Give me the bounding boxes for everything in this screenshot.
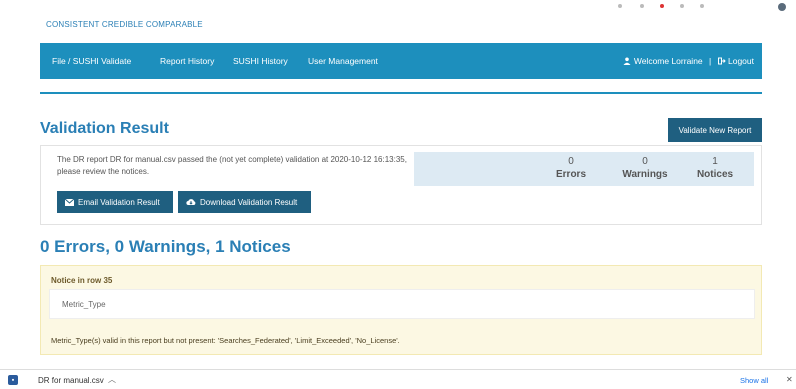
download-validation-result-button[interactable]: Download Validation Result <box>178 191 311 213</box>
logout-link[interactable]: Logout <box>728 56 754 66</box>
notice-panel: Notice in row 35 Metric_Type Metric_Type… <box>40 265 762 355</box>
toolbar-dot-icon <box>618 4 622 8</box>
section-divider <box>40 92 762 94</box>
notice-field-name: Metric_Type <box>62 300 106 309</box>
page-title: Validation Result <box>40 120 169 137</box>
show-all-link[interactable]: Show all <box>740 376 768 385</box>
close-icon[interactable]: ✕ <box>786 375 793 384</box>
email-validation-result-button[interactable]: Email Validation Result <box>57 191 173 213</box>
toolbar-dot-icon <box>680 4 684 8</box>
main-navbar: File / SUSHI Validate Report History SUS… <box>40 43 762 79</box>
toolbar-dot-icon <box>640 4 644 8</box>
email-button-label: Email Validation Result <box>78 197 160 207</box>
warnings-count-label: Warnings <box>622 169 668 180</box>
logout-icon <box>717 57 726 65</box>
errors-count: 0 Errors <box>536 156 606 182</box>
download-button-label: Download Validation Result <box>200 197 298 207</box>
results-summary-heading: 0 Errors, 0 Warnings, 1 Notices <box>40 237 291 256</box>
errors-count-value: 0 <box>568 156 574 167</box>
cloud-download-icon <box>186 199 196 206</box>
csv-file-icon: ▪ <box>8 375 18 385</box>
warnings-count: 0 Warnings <box>610 156 680 182</box>
envelope-icon <box>65 198 74 206</box>
downloaded-file-name[interactable]: DR for manual.csv <box>38 376 104 385</box>
notice-message: Metric_Type(s) valid in this report but … <box>51 336 400 345</box>
errors-count-label: Errors <box>555 169 586 180</box>
user-icon <box>623 57 631 65</box>
nav-sushi-history[interactable]: SUSHI History <box>233 56 288 66</box>
toolbar-dot-icon <box>700 4 704 8</box>
validation-result-panel: The DR report DR for manual.csv passed t… <box>40 145 762 225</box>
nav-file-sushi-validate[interactable]: File / SUSHI Validate <box>52 56 131 66</box>
notices-count-value: 1 <box>712 156 718 167</box>
notice-title: Notice in row 35 <box>51 276 113 285</box>
result-counts: 0 Errors 0 Warnings 1 Notices <box>414 152 754 186</box>
validation-message: The DR report DR for manual.csv passed t… <box>57 155 407 176</box>
notices-count: 1 Notices <box>680 156 750 182</box>
notice-field-box: Metric_Type <box>49 289 755 319</box>
warnings-count-value: 0 <box>642 156 648 167</box>
user-menu: Welcome Lorraine | Logout <box>623 56 754 66</box>
nav-user-management[interactable]: User Management <box>308 56 378 66</box>
browser-top-strip <box>0 0 796 14</box>
notices-count-label: Notices <box>696 169 734 180</box>
profile-avatar-icon[interactable] <box>778 3 786 11</box>
notification-dot-icon <box>660 4 664 8</box>
nav-report-history[interactable]: Report History <box>160 56 214 66</box>
browser-download-bar: ▪ DR for manual.csv ︿ Show all ✕ <box>0 369 796 389</box>
chevron-up-icon[interactable]: ︿ <box>108 374 116 385</box>
nav-separator: | <box>709 56 712 66</box>
welcome-text: Welcome Lorraine <box>633 56 703 66</box>
validate-new-report-button[interactable]: Validate New Report <box>668 118 762 142</box>
site-tagline: CONSISTENT CREDIBLE COMPARABLE <box>46 20 203 29</box>
